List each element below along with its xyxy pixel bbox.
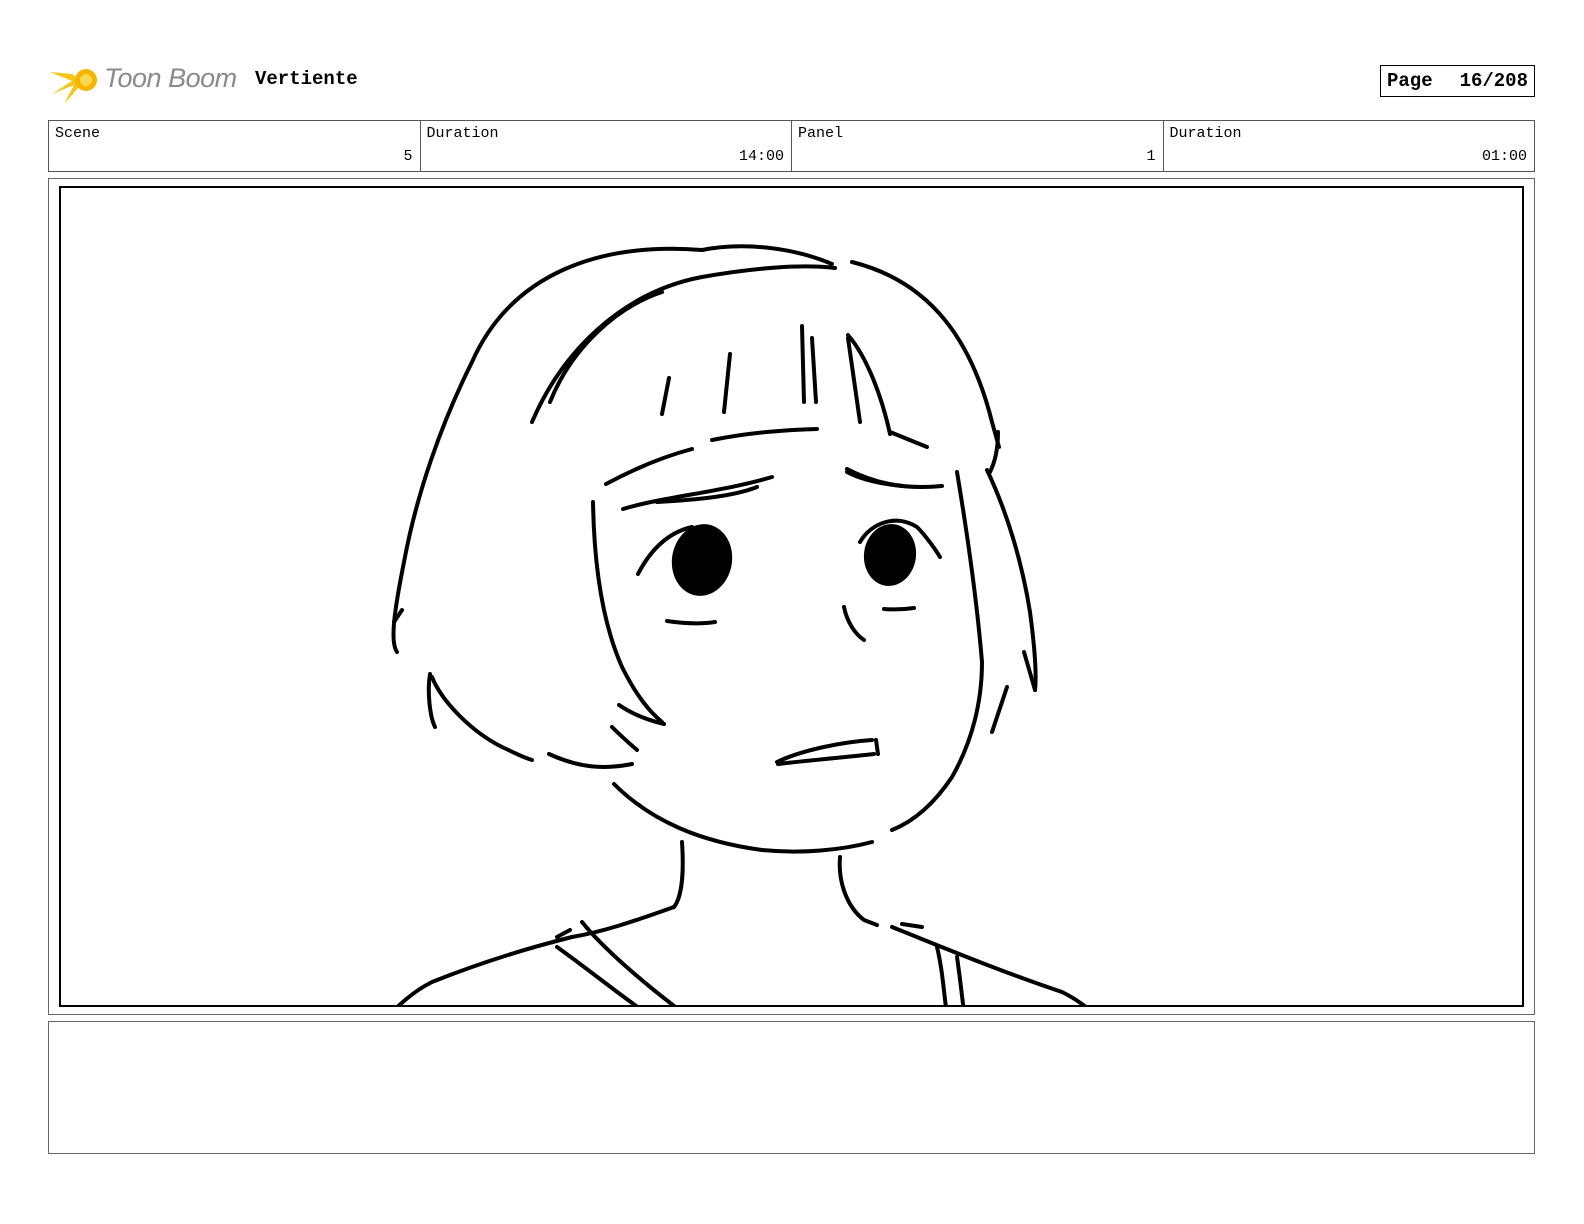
page-number: 16/208 [1459, 70, 1528, 92]
panel-cell: Panel 1 [792, 121, 1164, 171]
storyboard-sketch [391, 244, 1087, 1005]
scene-duration-cell: Duration 14:00 [421, 121, 792, 171]
project-title: Vertiente [255, 68, 358, 90]
panel-duration-cell: Duration 01:00 [1164, 121, 1535, 171]
scene-label: Scene [55, 125, 101, 142]
panel-value: 1 [1146, 148, 1156, 165]
toon-boom-star-icon [50, 60, 97, 104]
logo-text: Toon Boom [104, 63, 237, 93]
scene-duration-value: 14:00 [738, 148, 784, 165]
panel-info-row: Scene 5 Duration 14:00 Panel 1 Duration … [48, 120, 1535, 172]
panel-duration-label: Duration [1169, 125, 1242, 142]
panel-notes-box [48, 1021, 1535, 1154]
toon-boom-logo: Toon Boom [50, 54, 240, 106]
scene-cell: Scene 5 [49, 121, 421, 171]
page-label: Page [1387, 70, 1433, 92]
panel-label: Panel [798, 125, 844, 142]
panel-image-frame [59, 186, 1524, 1007]
scene-duration-label: Duration [426, 125, 499, 142]
scene-value: 5 [403, 148, 413, 165]
page-indicator: Page 16/208 [1380, 65, 1535, 97]
panel-duration-value: 01:00 [1481, 148, 1527, 165]
